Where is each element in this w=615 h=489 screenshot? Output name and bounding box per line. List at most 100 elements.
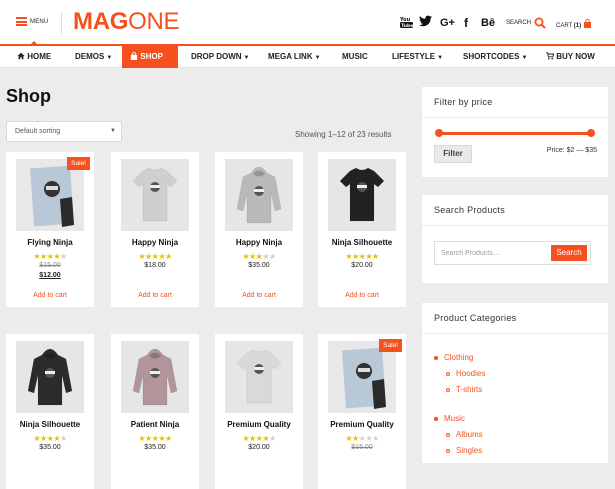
star-icon: ★ (248, 434, 256, 443)
product-thumbnail[interactable] (225, 159, 293, 231)
nav-item-demos[interactable]: DEMOS ▼ (75, 46, 112, 68)
star-icon: ★ (262, 434, 269, 443)
nav-item-shortcodes[interactable]: SHORTCODES ▼ (463, 46, 527, 68)
price-slider-min-handle[interactable] (435, 129, 443, 137)
svg-text:Tube: Tube (401, 23, 413, 29)
product-thumbnail[interactable] (121, 159, 189, 231)
twitter-icon[interactable] (419, 15, 432, 31)
bullet-icon (434, 416, 438, 421)
category-hoodies[interactable]: Hoodies (446, 369, 485, 378)
star-rating: ★★★★★ (318, 252, 406, 261)
header-cart-link[interactable]: CART (1) (556, 18, 592, 29)
product-name[interactable]: Premium Quality (215, 420, 303, 429)
product-thumbnail[interactable] (328, 159, 396, 231)
product-card[interactable]: Sale! Flying Ninja ★★★★★ $15.00 $12.00 Add to… (6, 152, 94, 307)
nav-item-lifestyle[interactable]: LIFESTYLE ▼ (392, 46, 443, 68)
behance-icon[interactable]: Bē (481, 15, 495, 31)
caret-down-icon: ▼ (243, 55, 250, 61)
home-icon (17, 52, 25, 60)
nav-label: SHORTCODES (463, 52, 520, 61)
nav-item-music[interactable]: MUSIC (342, 46, 368, 68)
nav-label: SHOP (140, 52, 163, 61)
product-card[interactable]: Patient Ninja ★★★★★ $35.00 (111, 334, 199, 489)
star-icon: ★ (351, 434, 359, 443)
product-card[interactable]: Ninja Silhouette ★★★★★ $20.00 Add to cart (318, 152, 406, 307)
star-rating: ★★★★★ (111, 252, 199, 261)
widget-divider (422, 117, 608, 118)
sorting-select[interactable]: Default sorting ▼ (6, 121, 122, 142)
widget-divider (422, 333, 608, 334)
price-slider-max-handle[interactable] (587, 129, 595, 137)
star-icon: ★ (365, 252, 372, 261)
product-card[interactable]: Premium Quality ★★★★★ $20.00 (215, 334, 303, 489)
nav-item-buy-now[interactable]: BUY NOW (546, 46, 595, 68)
regular-price: $15.00 (39, 262, 61, 269)
star-icon: ★ (53, 434, 60, 443)
add-to-cart-button[interactable]: Add to cart (215, 292, 303, 299)
add-to-cart-button[interactable]: Add to cart (111, 292, 199, 299)
product-thumbnail[interactable] (121, 341, 189, 413)
product-card[interactable]: Sale! Premium Quality ★★★★★ $15.00 (318, 334, 406, 489)
shopping-bag-icon (583, 18, 591, 28)
category-music[interactable]: Music (434, 414, 465, 423)
bullet-icon (446, 448, 450, 453)
nav-item-home[interactable]: HOME (17, 46, 51, 68)
star-icon: ★ (144, 252, 152, 261)
youtube-icon[interactable]: You Tube (399, 15, 413, 33)
caret-down-icon: ▼ (106, 55, 113, 61)
cart-icon (546, 52, 555, 60)
product-search-form: Search (434, 241, 591, 265)
star-icon: ★ (60, 252, 67, 261)
category-t-shirts[interactable]: T-shirts (446, 385, 482, 394)
search-button[interactable]: Search (551, 245, 587, 261)
google-plus-icon[interactable]: G+ (440, 15, 455, 31)
product-price: $35.00 (39, 444, 61, 451)
add-to-cart-button[interactable]: Add to cart (6, 292, 94, 299)
sale-badge: Sale! (67, 157, 90, 170)
star-icon: ★ (372, 434, 379, 443)
product-image (236, 349, 282, 404)
price-filter-widget: Filter by price Filter Price: $2 — $35 (422, 87, 608, 177)
menu-label: MENU (30, 18, 49, 25)
price-range-label: Price: $2 — $35 (546, 147, 597, 154)
category-label: Hoodies (456, 369, 486, 378)
menu-button[interactable]: MENU (16, 17, 48, 26)
product-thumbnail[interactable] (16, 341, 84, 413)
category-clothing[interactable]: Clothing (434, 353, 473, 362)
product-name[interactable]: Ninja Silhouette (6, 420, 94, 429)
star-rating: ★★★★★ (215, 252, 303, 261)
star-icon: ★ (158, 252, 165, 261)
nav-item-drop-down[interactable]: DROP DOWN ▼ (191, 46, 249, 68)
nav-item-shop[interactable]: SHOP (122, 46, 178, 68)
product-card[interactable]: Happy Ninja ★★★★★ $35.00 Add to cart (215, 152, 303, 307)
cart-count: (1) (573, 23, 582, 29)
category-label: Music (444, 414, 465, 423)
header-search-button[interactable]: SEARCH (506, 17, 546, 29)
price-slider[interactable] (435, 129, 595, 137)
filter-button[interactable]: Filter (434, 145, 472, 163)
product-card[interactable]: Happy Ninja ★★★★★ $18.00 Add to cart (111, 152, 199, 307)
bullet-icon (446, 371, 450, 376)
product-name[interactable]: Flying Ninja (6, 238, 94, 247)
category-albums[interactable]: Albums (446, 430, 483, 439)
product-name[interactable]: Happy Ninja (215, 238, 303, 247)
site-logo[interactable]: MAGONE (73, 8, 180, 36)
product-thumbnail[interactable] (225, 341, 293, 413)
nav-label: DROP DOWN (191, 52, 242, 61)
star-rating: ★★★★★ (318, 434, 406, 443)
facebook-icon[interactable]: f (464, 15, 468, 31)
product-name[interactable]: Happy Ninja (111, 238, 199, 247)
product-name[interactable]: Patient Ninja (111, 420, 199, 429)
widget-divider (422, 225, 608, 226)
product-card[interactable]: Ninja Silhouette ★★★★★ $35.00 (6, 334, 94, 489)
search-icon (534, 17, 546, 29)
product-image (236, 166, 282, 224)
product-search-widget: Search Products Search (422, 195, 608, 283)
product-name[interactable]: Ninja Silhouette (318, 238, 406, 247)
add-to-cart-button[interactable]: Add to cart (318, 292, 406, 299)
sorting-value: Default sorting (15, 128, 61, 135)
product-search-input[interactable] (441, 245, 541, 261)
star-icon: ★ (144, 434, 152, 443)
product-name[interactable]: Premium Quality (318, 420, 406, 429)
nav-item-mega-link[interactable]: MEGA LINK ▼ (268, 46, 321, 68)
